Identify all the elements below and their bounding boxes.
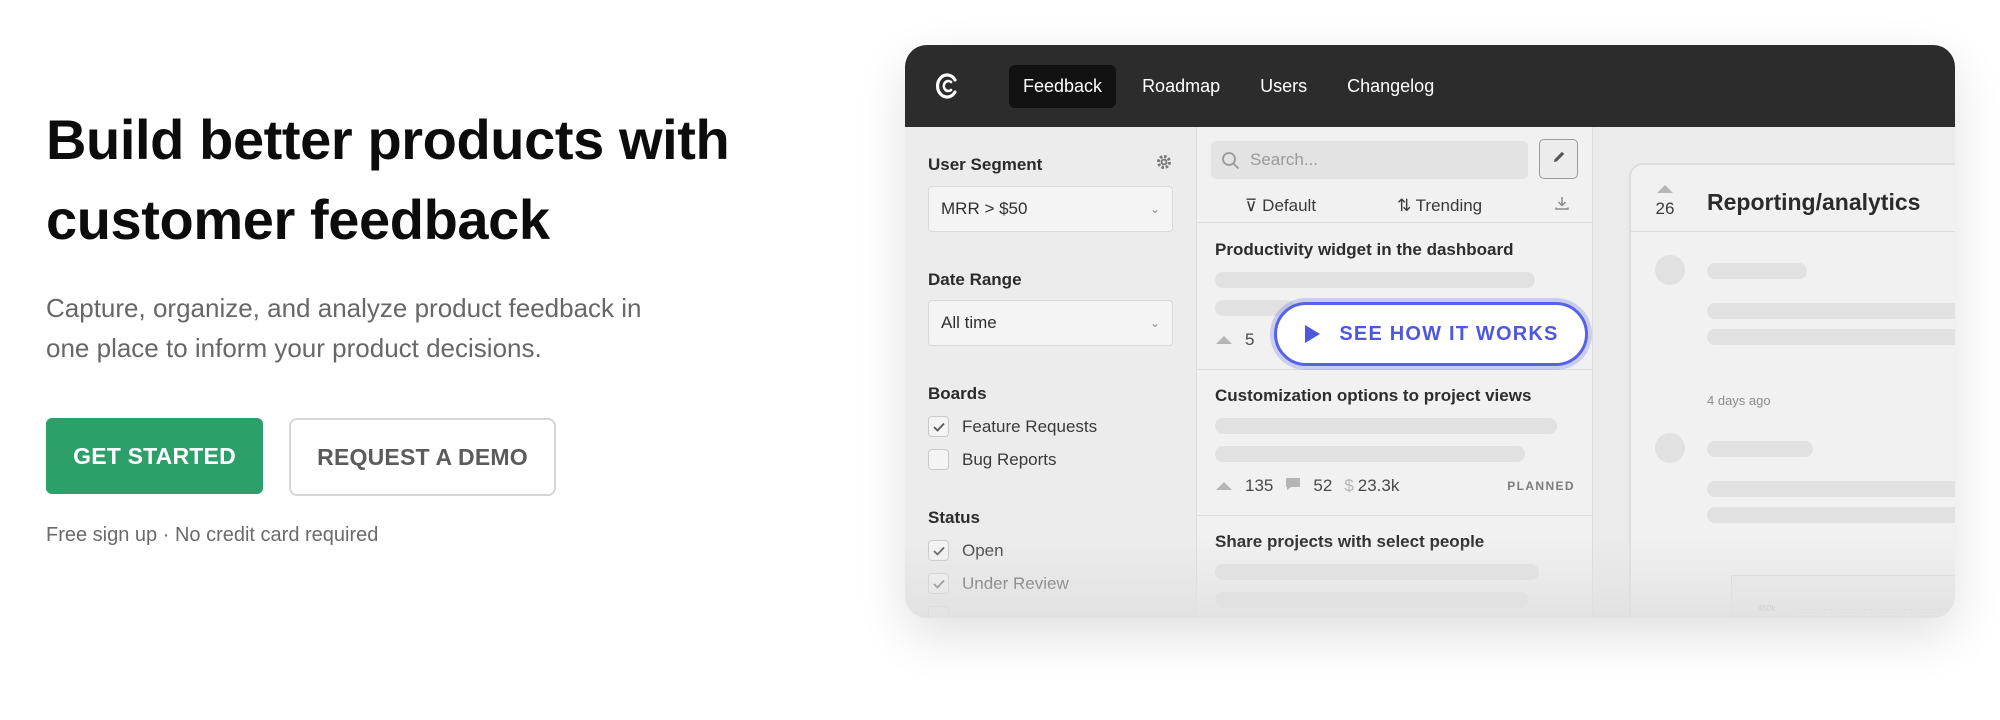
hero-title: Build better products with customer feed…	[46, 100, 766, 260]
detail-vote[interactable]: 26	[1645, 179, 1685, 219]
checkbox-checked[interactable]	[928, 573, 949, 594]
app-navbar: Feedback Roadmap Users Changelog	[905, 45, 1955, 127]
hero-subtitle-line-2: one place to inform your product decisio…	[46, 333, 542, 363]
signup-fine-print: Free sign up · No credit card required	[46, 524, 379, 546]
checkbox-checked[interactable]	[928, 416, 949, 437]
chevron-down-icon: ⌄	[1149, 316, 1160, 330]
skeleton-line	[1215, 418, 1557, 434]
upvote-icon[interactable]	[1215, 330, 1233, 350]
search-icon	[1221, 151, 1240, 170]
chart-gridline	[1794, 609, 1955, 610]
date-range-select[interactable]: All time ⌄	[928, 300, 1173, 346]
sort-arrows-icon: ⇅	[1397, 195, 1416, 215]
get-started-button[interactable]: GET STARTED	[46, 418, 263, 494]
posts-list-panel: Search... ⊽ Default ⇅ Trending Productiv…	[1197, 127, 1593, 618]
nav-tab-feedback[interactable]: Feedback	[1009, 64, 1117, 108]
skeleton-line	[1707, 441, 1813, 457]
filters-panel: User Segment MRR > $50 ⌄ Date Range All …	[905, 127, 1197, 618]
chart-tick-label: 450k	[1758, 604, 1776, 613]
hero-subtitle-line-1: Capture, organize, and analyze product f…	[46, 293, 642, 323]
avatar	[1655, 255, 1685, 285]
hero-subtitle: Capture, organize, and analyze product f…	[46, 288, 726, 368]
skeleton-line	[1215, 592, 1529, 608]
nav-tab-users[interactable]: Users	[1246, 65, 1321, 108]
skeleton-line	[1707, 507, 1955, 523]
post-title: Customization options to project views	[1215, 386, 1532, 405]
status-checkbox-under-review[interactable]: Under Review	[928, 573, 1173, 594]
skeleton-line	[1215, 446, 1525, 462]
search-placeholder: Search...	[1250, 150, 1319, 169]
avatar	[1655, 433, 1685, 463]
post-item[interactable]: Customization options to project views 1…	[1197, 370, 1593, 516]
skeleton-line	[1707, 263, 1807, 279]
checkbox-checked[interactable]	[928, 540, 949, 561]
post-timestamp: 4 days ago	[1707, 393, 1771, 408]
post-detail-card: 26 Reporting/analytics 4 days ago 450k	[1629, 163, 1955, 618]
sort-default-label: Default	[1262, 195, 1317, 215]
mini-chart: 450k	[1731, 575, 1955, 618]
sort-trending-label: Trending	[1415, 195, 1483, 215]
upvote-icon[interactable]	[1645, 179, 1685, 199]
board-checkbox-feature-requests[interactable]: Feature Requests	[928, 416, 1173, 437]
hero-title-line-2: customer feedback	[46, 188, 550, 251]
nav-tab-changelog[interactable]: Changelog	[1333, 65, 1448, 108]
status-checkbox-open[interactable]: Open	[928, 540, 1173, 561]
comment-count: 52	[1313, 476, 1333, 495]
filter-icon: ⊽	[1245, 195, 1263, 215]
nav-tab-roadmap[interactable]: Roadmap	[1128, 65, 1234, 108]
date-range-value: All time	[941, 313, 997, 332]
skeleton-line	[1707, 303, 1955, 319]
user-segment-select[interactable]: MRR > $50 ⌄	[928, 186, 1173, 232]
status-checkbox-partial[interactable]	[928, 606, 1173, 618]
post-title: Share projects with select people	[1215, 532, 1485, 551]
hero-section: Build better products with customer feed…	[46, 100, 766, 547]
vote-count: 135	[1245, 476, 1274, 495]
sort-trending-button[interactable]: ⇅ Trending	[1397, 196, 1482, 216]
vote-count: 5	[1245, 330, 1255, 349]
skeleton-line	[1215, 564, 1539, 580]
see-how-it-works-label: SEE HOW IT WORKS	[1339, 322, 1559, 345]
dollar-icon: $	[1344, 476, 1354, 495]
download-icon[interactable]	[1554, 195, 1570, 216]
post-item[interactable]: Share projects with select people	[1197, 516, 1593, 618]
post-title: Productivity widget in the dashboard	[1215, 240, 1514, 259]
user-segment-label: User Segment	[928, 154, 1043, 174]
pencil-icon	[1551, 149, 1567, 170]
detail-vote-count: 26	[1655, 199, 1675, 218]
cta-row: GET STARTED REQUEST A DEMO	[46, 418, 766, 496]
sort-default-button[interactable]: ⊽ Default	[1245, 196, 1316, 216]
see-how-it-works-button[interactable]: SEE HOW IT WORKS	[1274, 302, 1588, 366]
detail-title: Reporting/analytics	[1707, 189, 1921, 215]
post-meta: 135 52 $ 23.3k PLANNED	[1215, 476, 1575, 496]
chevron-down-icon: ⌄	[1149, 202, 1160, 216]
status-option-label: Under Review	[962, 573, 1069, 593]
mrr-value: 23.3k	[1357, 476, 1400, 495]
boards-label: Boards	[928, 384, 987, 403]
board-label: Bug Reports	[962, 449, 1057, 469]
search-input[interactable]: Search...	[1211, 141, 1528, 179]
status-label: Status	[928, 508, 980, 527]
board-label: Feature Requests	[962, 416, 1098, 436]
post-detail-panel: 26 Reporting/analytics 4 days ago 450k	[1593, 127, 1955, 618]
skeleton-line	[1215, 272, 1535, 288]
comment-icon	[1285, 476, 1301, 496]
skeleton-line	[1707, 329, 1955, 345]
sort-bar: ⊽ Default ⇅ Trending	[1197, 189, 1593, 223]
skeleton-line	[1707, 481, 1955, 497]
upvote-icon[interactable]	[1215, 476, 1233, 496]
request-demo-button[interactable]: REQUEST A DEMO	[289, 418, 556, 496]
checkbox-unchecked[interactable]	[928, 606, 949, 618]
board-checkbox-bug-reports[interactable]: Bug Reports	[928, 449, 1173, 470]
hero-title-line-1: Build better products with	[46, 108, 730, 171]
gear-icon[interactable]	[1155, 153, 1173, 176]
checkbox-unchecked[interactable]	[928, 449, 949, 470]
user-segment-value: MRR > $50	[941, 199, 1028, 218]
play-icon	[1305, 325, 1321, 343]
create-post-button[interactable]	[1539, 139, 1578, 179]
canny-logo-icon[interactable]	[931, 66, 963, 106]
date-range-label: Date Range	[928, 270, 1022, 289]
status-option-label: Open	[962, 540, 1004, 560]
status-badge: PLANNED	[1507, 479, 1575, 493]
